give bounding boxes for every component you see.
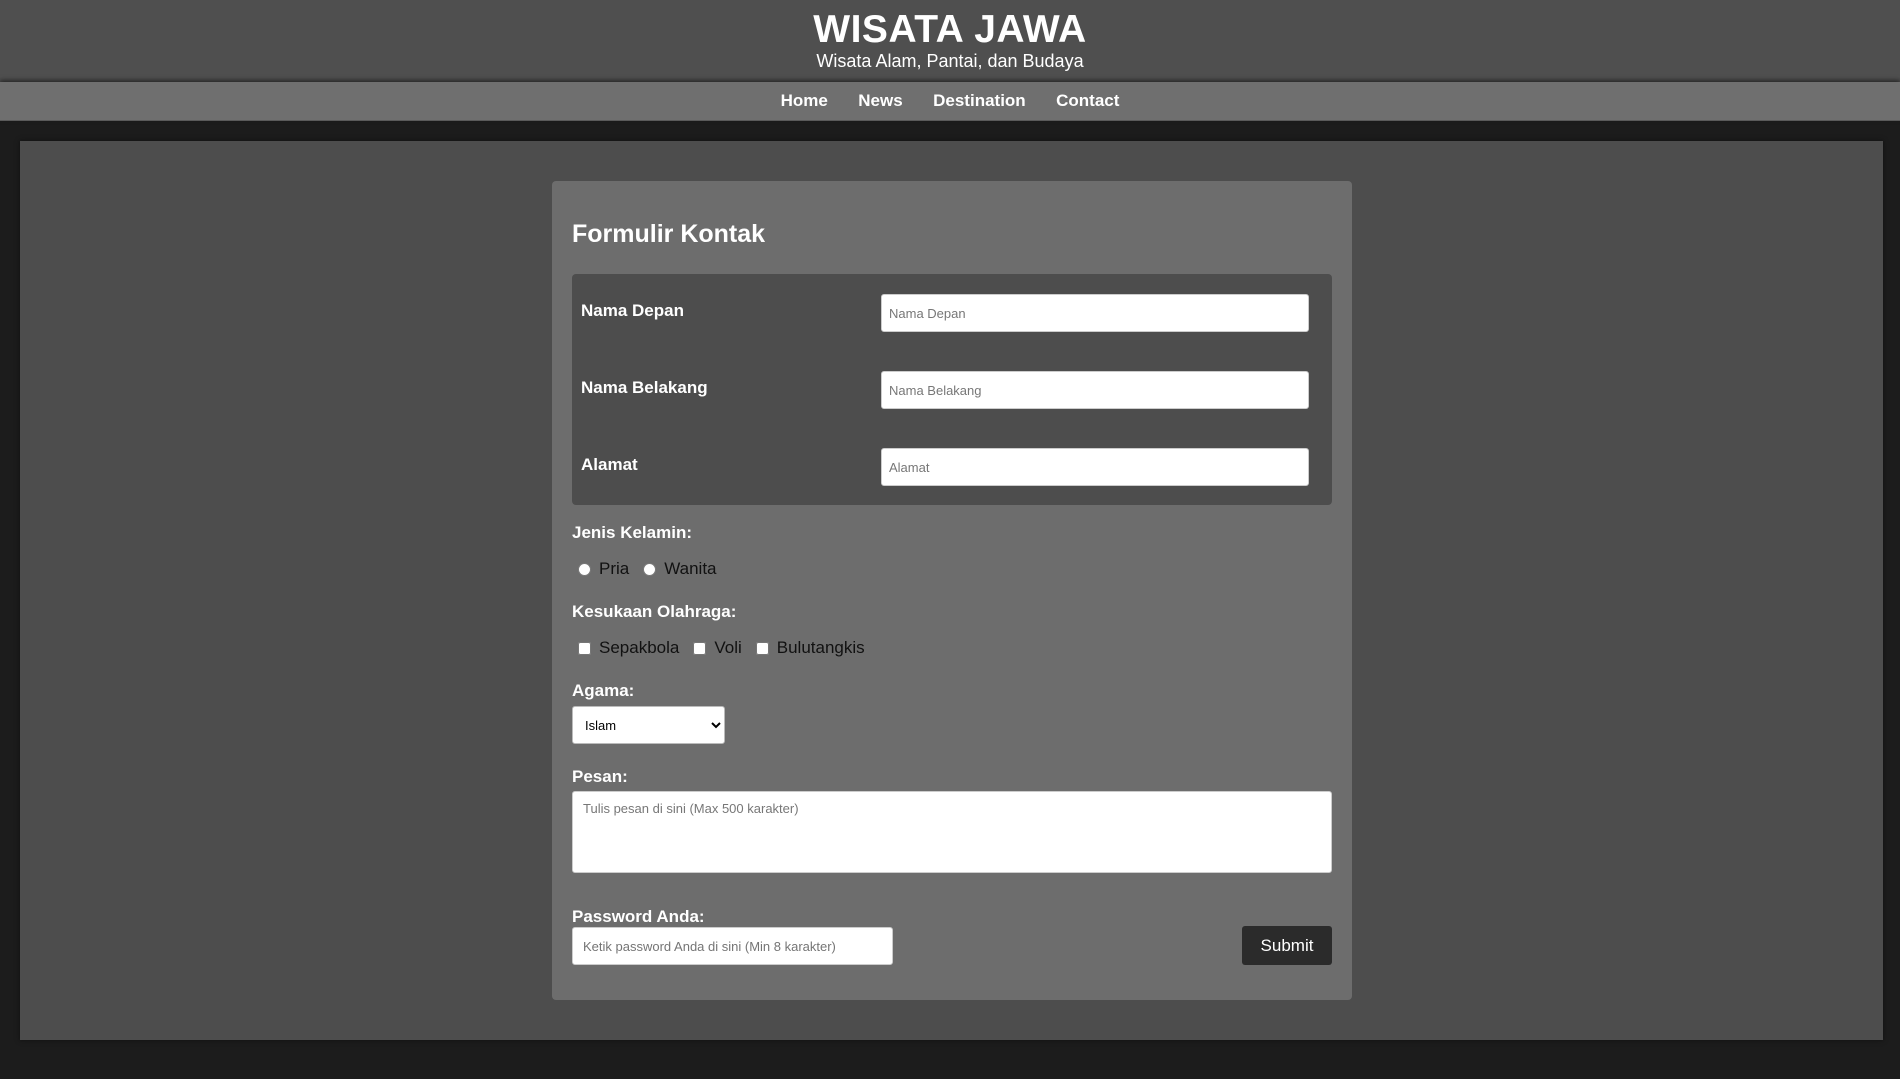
sport-checkbox-voli[interactable] xyxy=(693,641,707,655)
sport-option-sepakbola: Sepakbola xyxy=(599,638,680,657)
first-name-input[interactable] xyxy=(881,294,1309,332)
gender-label: Jenis Kelamin: xyxy=(572,523,692,542)
nav-link-news[interactable]: News xyxy=(858,82,902,120)
sports-label: Kesukaan Olahraga: xyxy=(572,602,737,621)
nav-link-destination[interactable]: Destination xyxy=(933,82,1026,120)
main-panel: Formulir Kontak Nama Depan Nama Belakang… xyxy=(20,141,1883,1040)
sport-checkbox-sepakbola[interactable] xyxy=(578,641,591,655)
site-title: WISATA JAWA xyxy=(813,8,1087,51)
contact-form: Formulir Kontak Nama Depan Nama Belakang… xyxy=(552,181,1352,1000)
name-fields-box: Nama Depan Nama Belakang Alamat xyxy=(572,274,1332,505)
religion-select[interactable]: Islam xyxy=(572,706,725,744)
nav-links: Home News Destination Contact xyxy=(0,82,1900,120)
message-textarea[interactable] xyxy=(572,791,1332,873)
sport-checkbox-bulutangkis[interactable] xyxy=(755,641,769,655)
last-name-input[interactable] xyxy=(881,371,1309,409)
religion-label: Agama: xyxy=(572,681,635,700)
message-label: Pesan: xyxy=(572,767,628,786)
sport-option-voli: Voli xyxy=(714,638,742,657)
main-nav: Home News Destination Contact xyxy=(0,82,1900,121)
password-input[interactable] xyxy=(572,927,893,965)
password-label: Password Anda: xyxy=(572,907,705,926)
gender-radio-pria[interactable] xyxy=(578,562,591,576)
address-label: Alamat xyxy=(581,455,638,474)
gender-option-wanita: Wanita xyxy=(664,559,717,578)
nav-link-home[interactable]: Home xyxy=(781,82,828,120)
site-subtitle: Wisata Alam, Pantai, dan Budaya xyxy=(816,51,1084,71)
first-name-label: Nama Depan xyxy=(581,301,684,320)
nav-link-contact[interactable]: Contact xyxy=(1056,82,1119,120)
address-input[interactable] xyxy=(881,448,1309,486)
sport-option-bulutangkis: Bulutangkis xyxy=(776,638,865,657)
last-name-label: Nama Belakang xyxy=(581,378,708,397)
submit-button[interactable]: Submit xyxy=(1242,926,1332,965)
gender-options: Pria Wanita xyxy=(572,557,725,581)
gender-option-pria: Pria xyxy=(599,559,630,578)
gender-radio-wanita[interactable] xyxy=(643,562,657,576)
form-title: Formulir Kontak xyxy=(572,220,766,248)
site-header: WISATA JAWA Wisata Alam, Pantai, dan Bud… xyxy=(0,0,1900,82)
sports-options: Sepakbola Voli Bulutangkis xyxy=(572,636,873,660)
